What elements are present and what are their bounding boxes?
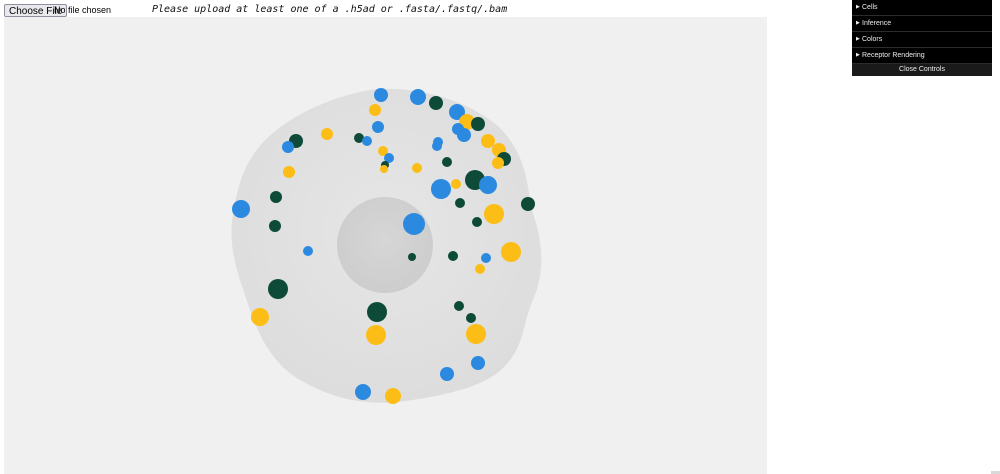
receptor-sphere (481, 134, 495, 148)
receptor-sphere (448, 251, 458, 261)
receptor-sphere (471, 117, 485, 131)
receptor-sphere (270, 191, 282, 203)
receptor-sphere (403, 213, 425, 235)
receptor-sphere (479, 176, 497, 194)
folder-label: Cells (862, 4, 878, 11)
receptor-sphere (380, 165, 388, 173)
receptor-sphere (429, 96, 443, 110)
receptor-sphere (481, 253, 491, 263)
receptor-sphere (355, 384, 371, 400)
receptor-sphere (492, 157, 504, 169)
folder-label: Colors (862, 36, 883, 43)
receptor-sphere (374, 88, 388, 102)
folder-receptor-rendering[interactable]: ▶ Receptor Rendering (852, 48, 992, 64)
receptor-sphere (454, 301, 464, 311)
receptor-sphere (472, 217, 482, 227)
cell-scene[interactable] (4, 17, 767, 474)
folder-colors[interactable]: ▶ Colors (852, 32, 992, 48)
receptor-sphere (269, 220, 281, 232)
folder-cells[interactable]: ▶ Cells (852, 0, 992, 16)
receptor-sphere (521, 197, 535, 211)
receptor-sphere (466, 313, 476, 323)
folder-label: Receptor Rendering (862, 52, 925, 59)
receptor-sphere (282, 141, 294, 153)
receptor-sphere (366, 325, 386, 345)
receptor-sphere (484, 204, 504, 224)
receptor-sphere (268, 279, 288, 299)
receptor-sphere (385, 388, 401, 404)
folder-inference[interactable]: ▶ Inference (852, 16, 992, 32)
receptor-sphere (303, 246, 313, 256)
close-controls-button[interactable]: Close Controls (852, 64, 992, 76)
receptor-sphere (501, 242, 521, 262)
receptor-sphere (408, 253, 416, 261)
receptor-sphere (455, 198, 465, 208)
receptor-sphere (362, 136, 372, 146)
receptor-sphere (283, 166, 295, 178)
receptor-sphere (471, 356, 485, 370)
receptor-sphere (369, 104, 381, 116)
file-status: No file chosen (54, 5, 112, 15)
receptor-sphere (466, 324, 486, 344)
upload-message: Please upload at least one of a .h5ad or… (152, 4, 508, 15)
receptor-sphere (251, 308, 269, 326)
3d-viewport[interactable] (4, 17, 767, 474)
receptor-sphere (440, 367, 454, 381)
receptor-sphere (475, 264, 485, 274)
receptor-sphere (432, 141, 442, 151)
receptor-sphere (451, 179, 461, 189)
receptor-sphere (410, 89, 426, 105)
receptor-sphere (431, 179, 451, 199)
receptor-sphere (412, 163, 422, 173)
receptor-sphere (232, 200, 250, 218)
controls-panel: ▶ Cells ▶ Inference ▶ Colors ▶ Receptor Rend… (852, 0, 992, 76)
receptor-sphere (321, 128, 333, 140)
top-bar: Choose File No file chosen Please upload… (0, 0, 1000, 17)
receptor-sphere (367, 302, 387, 322)
folder-label: Inference (862, 20, 892, 27)
nucleus (337, 197, 433, 293)
receptor-sphere (372, 121, 384, 133)
receptor-sphere (457, 128, 471, 142)
receptor-sphere (442, 157, 452, 167)
